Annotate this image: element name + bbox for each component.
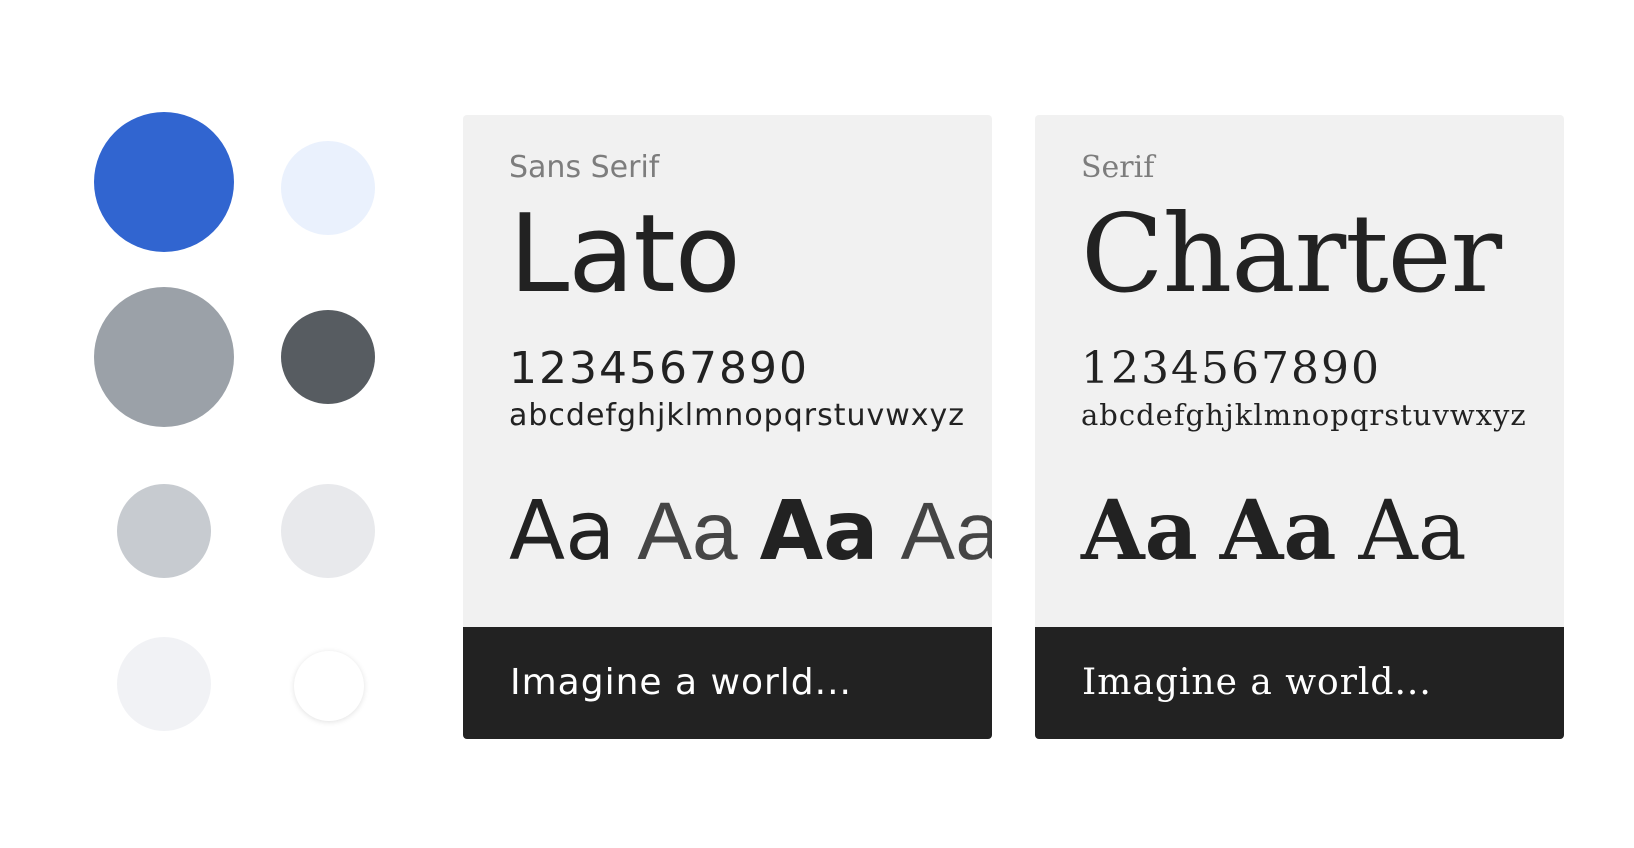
swatch-light-gray	[117, 484, 211, 578]
weight-sample-thin: Aa	[900, 486, 992, 577]
weight-sample-regular: Aa	[1358, 484, 1467, 579]
weight-sample-black: Aa	[1081, 483, 1198, 579]
sample-sentence: Imagine a world...	[1082, 662, 1432, 703]
serif-type-card: Serif Charter 1234567890 abcdefghjklmnop…	[1035, 115, 1564, 739]
serif-card-body: Serif Charter 1234567890 abcdefghjklmnop…	[1081, 153, 1544, 573]
swatch-mid-gray	[94, 287, 234, 427]
sans-serif-type-card: Sans Serif Lato 1234567890 abcdefghjklmn…	[463, 115, 992, 739]
font-family-name: Charter	[1081, 192, 1502, 317]
sample-sentence: Imagine a world...	[510, 662, 852, 703]
font-family-name: Lato	[509, 192, 741, 317]
weight-samples: Aa Aa Aa Aa	[509, 490, 992, 573]
type-category-label: Serif	[1081, 150, 1155, 185]
swatch-pale-gray	[281, 484, 375, 578]
alphabet-sample: abcdefghjklmnopqrstuvwxyz	[509, 398, 966, 433]
weight-sample-bold: Aa	[759, 484, 879, 579]
weight-samples: Aa Aa Aa	[1081, 490, 1544, 573]
swatch-primary-blue	[94, 112, 234, 252]
weight-sample-regular: Aa	[509, 484, 616, 579]
swatch-off-white	[117, 637, 211, 731]
swatch-light-blue	[281, 141, 375, 235]
numerals-sample: 1234567890	[1081, 343, 1381, 394]
alphabet-sample: abcdefghjklmnopqrstuvwxyz	[1081, 398, 1527, 432]
sample-sentence-bar: Imagine a world...	[1035, 627, 1564, 739]
weight-sample-light: Aa	[637, 486, 738, 577]
type-category-label: Sans Serif	[509, 150, 660, 185]
sans-serif-card-body: Sans Serif Lato 1234567890 abcdefghjklmn…	[509, 150, 992, 573]
swatch-dark-gray	[281, 310, 375, 404]
sample-sentence-bar: Imagine a world...	[463, 627, 992, 739]
weight-sample-bold: Aa	[1219, 483, 1337, 579]
swatch-white	[294, 651, 364, 721]
numerals-sample: 1234567890	[509, 343, 809, 394]
